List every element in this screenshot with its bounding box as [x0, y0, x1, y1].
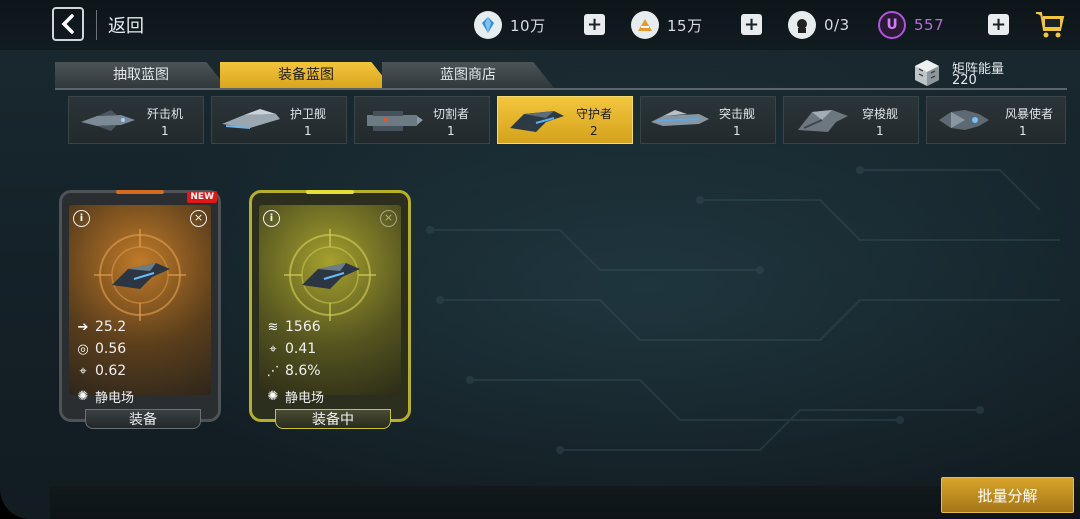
equip-button[interactable]: 装备	[85, 409, 201, 429]
crosshair-icon: ⌖	[79, 363, 87, 379]
stat-row: ⋰ 8.6%	[265, 362, 321, 380]
static-field-icon: ✺	[77, 388, 89, 404]
card-top-strip	[306, 190, 354, 194]
blueprint-card-equipped[interactable]: i × ≋ 1566 ⌖ 0.41 ⋰ 8.6% ✺ 静电场 装备中	[249, 190, 411, 429]
crosshair-icon: ⌖	[269, 341, 277, 357]
category-count: 1	[304, 124, 312, 138]
category-name: 风暴使者	[1005, 107, 1054, 121]
metal-value: 15万	[667, 16, 703, 35]
ship-icon	[367, 111, 423, 131]
matrix-energy: 矩阵能量 220	[912, 58, 1004, 92]
arrow-icon: ➔	[77, 319, 89, 335]
pilot-resource: 0/3	[788, 11, 850, 39]
speed-icon: ◎	[77, 341, 89, 357]
pilot-icon	[788, 11, 816, 39]
matrix-energy-value: 220	[952, 73, 977, 88]
tab-equip-blueprint[interactable]: 装备蓝图	[220, 62, 392, 88]
card-top-strip	[116, 190, 164, 194]
ship-icon	[222, 109, 280, 129]
spread-icon: ⋰	[266, 363, 280, 379]
stat-row: ➔ 25.2	[75, 318, 127, 336]
back-divider	[96, 10, 97, 40]
category-name: 守护者	[576, 107, 613, 121]
stat-value: 静电场	[285, 390, 325, 406]
ship-icon	[651, 110, 709, 126]
category-shuttle[interactable]: 穿梭舰 1	[783, 96, 919, 144]
back-label[interactable]: 返回	[108, 12, 144, 38]
category-cutter[interactable]: 切割者 1	[354, 96, 490, 144]
shopping-cart-icon[interactable]	[1034, 8, 1066, 40]
info-icon[interactable]: i	[263, 210, 280, 227]
crystal-icon	[474, 11, 502, 39]
ship-icon	[798, 110, 848, 132]
category-fighter[interactable]: 歼击机 1	[68, 96, 204, 144]
currency-value: 557	[914, 16, 945, 34]
category-count: 2	[590, 124, 598, 138]
crystal-value: 10万	[510, 16, 546, 35]
stat-value: 8.6%	[285, 363, 321, 379]
add-crystal-button[interactable]: +	[584, 14, 605, 35]
category-count: 1	[733, 124, 741, 138]
card-panel: i × NEW ➔ 25.2 ◎ 0.56 ⌖ 0.62 ✺ 静电场	[69, 191, 217, 406]
close-icon[interactable]: ×	[190, 210, 207, 227]
ship-category-bar: 歼击机 1 护卫舰 1 切割者 1 守护者 2 突击舰 1 穿梭舰 1 风暴使者…	[68, 96, 1068, 146]
stat-row: ◎ 0.56	[75, 340, 126, 358]
ship-icon	[81, 110, 135, 131]
metal-resource: 15万	[631, 11, 703, 39]
category-name: 护卫舰	[290, 107, 327, 121]
category-count: 1	[161, 124, 169, 138]
category-storm-bringer[interactable]: 风暴使者 1	[926, 96, 1066, 144]
category-name: 切割者	[433, 107, 470, 121]
category-count: 1	[447, 124, 455, 138]
currency-resource: U 557	[878, 11, 944, 39]
category-name: 突击舰	[719, 107, 756, 121]
pilot-value: 0/3	[824, 16, 850, 34]
stat-row: ⌖ 0.62	[75, 362, 126, 380]
stat-row: ≋ 1566	[265, 318, 321, 336]
new-badge: NEW	[187, 191, 217, 203]
add-metal-button[interactable]: +	[741, 14, 762, 35]
stat-value: 25.2	[95, 319, 127, 335]
metal-icon	[631, 11, 659, 39]
reticle-icon	[94, 229, 186, 321]
ship-icon	[939, 110, 989, 130]
stat-row: ✺ 静电场	[75, 387, 135, 406]
back-button[interactable]	[52, 7, 84, 41]
equipped-button[interactable]: 装备中	[275, 409, 391, 429]
blueprint-card[interactable]: i × NEW ➔ 25.2 ◎ 0.56 ⌖ 0.62 ✺ 静电场 装备	[59, 190, 221, 429]
top-bar: 返回 10万 + 15万 + 0/3 U 557 +	[0, 0, 1080, 50]
category-count: 1	[1019, 124, 1027, 138]
stat-value: 1566	[285, 319, 321, 335]
add-currency-button[interactable]: +	[988, 14, 1009, 35]
info-icon[interactable]: i	[73, 210, 90, 227]
category-name: 歼击机	[147, 107, 184, 121]
chevron-left-icon	[61, 14, 74, 34]
bottom-strip	[50, 486, 1080, 519]
u-coin-icon: U	[878, 11, 906, 39]
tab-draw-blueprint[interactable]: 抽取蓝图	[55, 62, 227, 88]
static-field-icon: ✺	[267, 388, 279, 404]
matrix-cube-icon	[915, 60, 939, 86]
category-count: 1	[876, 124, 884, 138]
stat-row: ✺ 静电场	[265, 387, 325, 406]
stat-row: ⌖ 0.41	[265, 340, 316, 358]
reticle-icon	[284, 229, 376, 321]
category-guardian[interactable]: 守护者 2	[497, 96, 633, 144]
stat-value: 0.56	[95, 341, 127, 357]
tab-blueprint-shop[interactable]: 蓝图商店	[382, 62, 554, 88]
close-icon[interactable]: ×	[380, 210, 397, 227]
category-name: 穿梭舰	[862, 107, 899, 121]
stat-value: 静电场	[95, 390, 135, 406]
armor-icon: ≋	[267, 319, 279, 335]
category-assault[interactable]: 突击舰 1	[640, 96, 776, 144]
app-root: 返回 10万 + 15万 + 0/3 U 557 + 抽取蓝图 装备蓝图 蓝图商…	[0, 0, 1080, 519]
stat-value: 0.62	[95, 363, 127, 379]
crystal-resource: 10万	[474, 11, 546, 39]
card-panel: i × ≋ 1566 ⌖ 0.41 ⋰ 8.6% ✺ 静电场	[259, 205, 401, 406]
batch-decompose-button[interactable]: 批量分解	[941, 477, 1074, 513]
category-frigate[interactable]: 护卫舰 1	[211, 96, 347, 144]
ship-icon	[510, 111, 564, 132]
stat-value: 0.41	[285, 341, 317, 357]
